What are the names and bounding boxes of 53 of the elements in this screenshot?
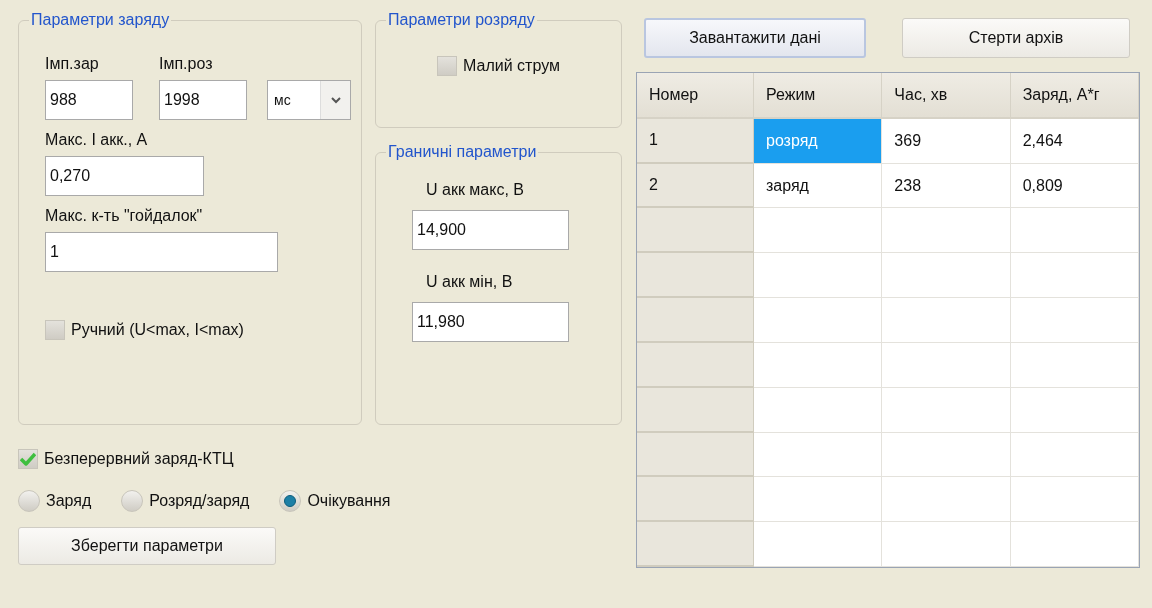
input-field[interactable]: 988 [45, 80, 133, 120]
radio-button[interactable] [18, 490, 40, 512]
input-field[interactable]: 0,270 [45, 156, 204, 196]
group-title: Параметри розряду [387, 10, 536, 30]
radio-button[interactable] [121, 490, 144, 512]
radio-label: Розряд/заряд [149, 491, 250, 511]
row-header[interactable] [637, 522, 754, 567]
input-field[interactable]: 1 [45, 232, 278, 272]
checkbox-label: Малий струм [463, 56, 560, 76]
row-header[interactable] [637, 432, 754, 478]
erase-archive-button[interactable]: Стерти архів [902, 18, 1130, 58]
field-label: Імп.зар [45, 54, 100, 74]
checkbox[interactable] [45, 320, 65, 340]
save-button[interactable]: Зберегти параметри [18, 527, 276, 565]
checkbox-label: Ручний (U<max, I<max) [71, 320, 244, 340]
row-header[interactable] [637, 253, 754, 299]
unit-dropdown[interactable]: мс [267, 80, 351, 120]
row-header[interactable] [637, 298, 754, 343]
group-title: Параметри заряду [30, 10, 171, 30]
field-label: Макс. к-ть "гойдалок" [45, 206, 204, 226]
row-header[interactable] [637, 208, 754, 254]
table-cell: 0,809 [1010, 163, 1139, 209]
row-header[interactable] [637, 342, 754, 388]
row-header[interactable]: 2 [637, 163, 754, 209]
table-cell: заряд [754, 163, 883, 209]
row-header[interactable] [637, 477, 754, 523]
table-cell: 2,464 [1010, 118, 1139, 164]
checkbox-label: Безперервний заряд-КТЦ [44, 449, 234, 469]
table-cell: 369 [882, 118, 1011, 164]
row-header[interactable] [637, 387, 754, 433]
group-title: Граничні параметри [387, 142, 538, 162]
checkbox[interactable] [437, 56, 458, 76]
radio-label: Заряд [46, 491, 92, 511]
field-label: Макс. I акк., А [45, 130, 149, 150]
radio-button[interactable] [279, 490, 302, 512]
table-cell: 238 [882, 163, 1011, 209]
checked-checkbox[interactable] [18, 449, 38, 469]
chevron-down-icon [329, 96, 342, 104]
field-label: U акк мін, В [426, 273, 513, 290]
input-field[interactable]: 1998 [159, 80, 247, 120]
field-label: U акк макс, В [426, 181, 524, 198]
column-header[interactable]: Час, хв [882, 73, 1011, 119]
column-header[interactable]: Заряд, А*г [1010, 73, 1139, 119]
table-cell: розряд [754, 118, 883, 164]
field-label: Імп.роз [159, 54, 214, 74]
input-field[interactable]: 14,900 [412, 210, 569, 250]
column-header[interactable]: Режим [754, 73, 883, 119]
row-header[interactable]: 1 [637, 118, 754, 164]
column-header[interactable]: Номер [637, 73, 754, 119]
input-field[interactable]: 11,980 [412, 302, 569, 342]
checkmark-icon [20, 452, 36, 466]
load-data-button[interactable]: Завантажити дані [644, 18, 866, 58]
radio-label: Очікування [307, 491, 391, 511]
